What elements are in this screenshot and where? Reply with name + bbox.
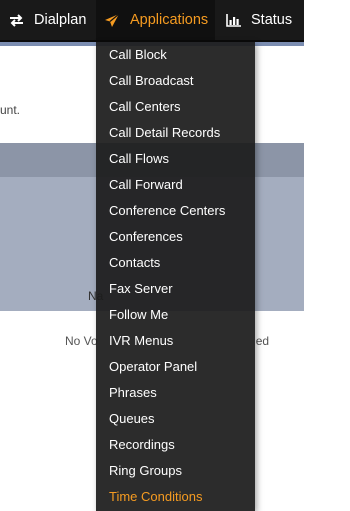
top-navbar: Dialplan Applications Status (0, 0, 304, 42)
empty-message-start: No Vo (65, 334, 98, 348)
arrows-exchange-icon (9, 13, 24, 27)
nav-item-label: Applications (130, 12, 209, 28)
menu-item-call-block[interactable]: Call Block (96, 42, 255, 68)
menu-item-ivr-menus[interactable]: IVR Menus (96, 328, 255, 354)
menu-item-time-conditions[interactable]: Time Conditions (96, 484, 255, 510)
menu-item-call-forward[interactable]: Call Forward (96, 172, 255, 198)
applications-dropdown-menu: Call Block Call Broadcast Call Centers C… (96, 42, 255, 511)
bar-chart-icon (226, 13, 241, 27)
page-message-text: unt. (0, 103, 21, 117)
nav-item-label: Status (251, 12, 293, 28)
menu-item-call-detail-records[interactable]: Call Detail Records (96, 120, 255, 146)
nav-item-status[interactable]: Status (215, 0, 304, 40)
menu-item-call-flows[interactable]: Call Flows (96, 146, 255, 172)
nav-item-applications[interactable]: Applications (96, 0, 215, 40)
menu-item-call-broadcast[interactable]: Call Broadcast (96, 68, 255, 94)
nav-item-label: Dialplan (34, 12, 87, 28)
empty-message-end: ed (255, 334, 270, 348)
menu-item-follow-me[interactable]: Follow Me (96, 302, 255, 328)
paper-plane-icon (104, 13, 120, 28)
menu-item-recordings[interactable]: Recordings (96, 432, 255, 458)
menu-item-ring-groups[interactable]: Ring Groups (96, 458, 255, 484)
menu-item-conferences[interactable]: Conferences (96, 224, 255, 250)
menu-item-contacts[interactable]: Contacts (96, 250, 255, 276)
menu-item-call-centers[interactable]: Call Centers (96, 94, 255, 120)
menu-item-fax-server[interactable]: Fax Server (96, 276, 255, 302)
nav-item-dialplan[interactable]: Dialplan (0, 0, 96, 40)
menu-item-operator-panel[interactable]: Operator Panel (96, 354, 255, 380)
menu-item-conference-centers[interactable]: Conference Centers (96, 198, 255, 224)
menu-item-queues[interactable]: Queues (96, 406, 255, 432)
menu-item-phrases[interactable]: Phrases (96, 380, 255, 406)
